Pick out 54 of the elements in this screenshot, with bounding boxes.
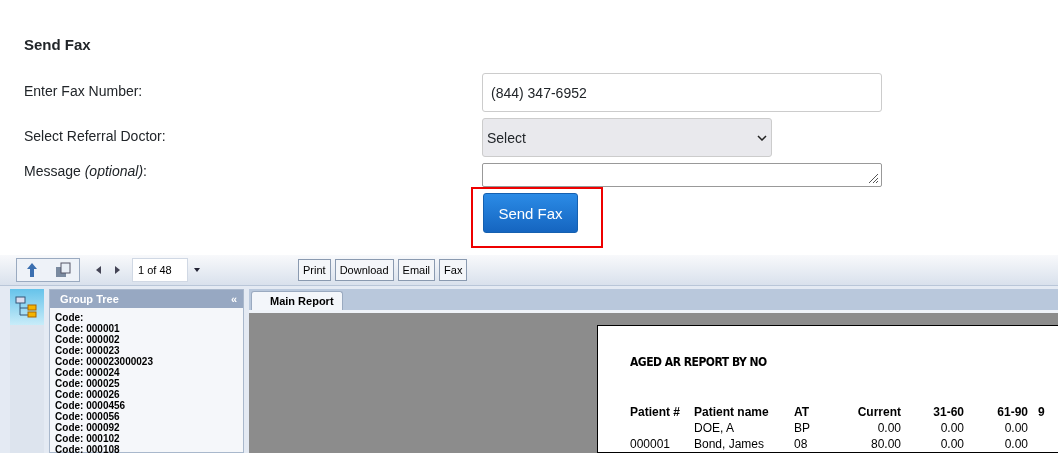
column-header: 31-60 (932, 404, 964, 420)
table-cell-text: BP (794, 420, 811, 436)
table-cell-text: 08 (794, 436, 809, 452)
page-number-field[interactable]: 1 of 48 (132, 258, 188, 282)
report-title: AGED AR REPORT BY NO (630, 355, 768, 369)
tree-item[interactable]: Code: 0000456 (50, 400, 243, 411)
table-cell-text: 0.00 (1003, 420, 1028, 436)
toolbar-button[interactable]: Fax (439, 259, 468, 281)
field-label: Message (optional): (24, 163, 148, 179)
tree-item[interactable]: Code: 000023 (50, 345, 243, 356)
column-header: Patient # (630, 404, 681, 420)
toolbar-icon-group[interactable] (16, 258, 80, 282)
column-header: Current (856, 404, 901, 420)
field-label: Enter Fax Number: (24, 82, 144, 99)
fax-number-field[interactable]: (844) 347-6952 (482, 73, 882, 112)
tree-item[interactable]: Code: (50, 312, 243, 323)
panel-title: Group Tree (60, 293, 119, 305)
doctor-select[interactable]: Select (482, 118, 772, 157)
form-title: Send Fax (24, 36, 92, 53)
table-cell-text: 0.00 (939, 420, 964, 436)
send-fax-button[interactable]: Send Fax (483, 193, 578, 233)
message-field[interactable] (482, 163, 882, 187)
table-cell-text: 0.00 (939, 436, 964, 452)
report-tab[interactable]: Main Report (251, 291, 343, 310)
tree-item[interactable]: Code: 000056 (50, 411, 243, 422)
up-arrow-icon (25, 262, 38, 278)
tree-item[interactable]: Code: 000001 (50, 323, 243, 334)
dropdown-caret-icon[interactable] (192, 266, 202, 274)
toolbar-button[interactable]: Download (334, 259, 394, 281)
export-icon (54, 262, 71, 278)
table-cell-text: 000001 (630, 436, 672, 452)
column-header: Patient name (694, 404, 770, 420)
tree-item[interactable]: Code: 000102 (50, 433, 243, 444)
table-cell-text: 0.00 (1003, 436, 1028, 452)
column-header: 61-90 (996, 404, 1028, 420)
tree-item[interactable]: Code: 000108 (50, 444, 243, 453)
tree-item[interactable]: Code: 000026 (50, 389, 243, 400)
tree-item[interactable]: Code: 000092 (50, 422, 243, 433)
column-header: AT (794, 404, 811, 420)
toolbar-button[interactable]: Email (397, 259, 436, 281)
column-header: 9 (1037, 404, 1046, 420)
tree-item[interactable]: Code: 000024 (50, 367, 243, 378)
table-cell-text: 80.00 (869, 436, 901, 452)
tree-item[interactable]: Code: 000002 (50, 334, 243, 345)
chevron-down-icon (757, 134, 767, 141)
table-cell-text: DOE, A (694, 420, 735, 436)
table-cell-text: Bond, James (694, 436, 766, 452)
tree-item[interactable]: Code: 000023000023 (50, 356, 243, 367)
table-cell-text: 0.00 (876, 420, 901, 436)
resize-grip-icon (867, 172, 879, 184)
toolbar-button[interactable]: Print (298, 259, 331, 281)
tree-icon[interactable] (15, 296, 40, 318)
field-label: Select Referral Doctor: (24, 127, 167, 144)
tree-item[interactable]: Code: 000025 (50, 378, 243, 389)
